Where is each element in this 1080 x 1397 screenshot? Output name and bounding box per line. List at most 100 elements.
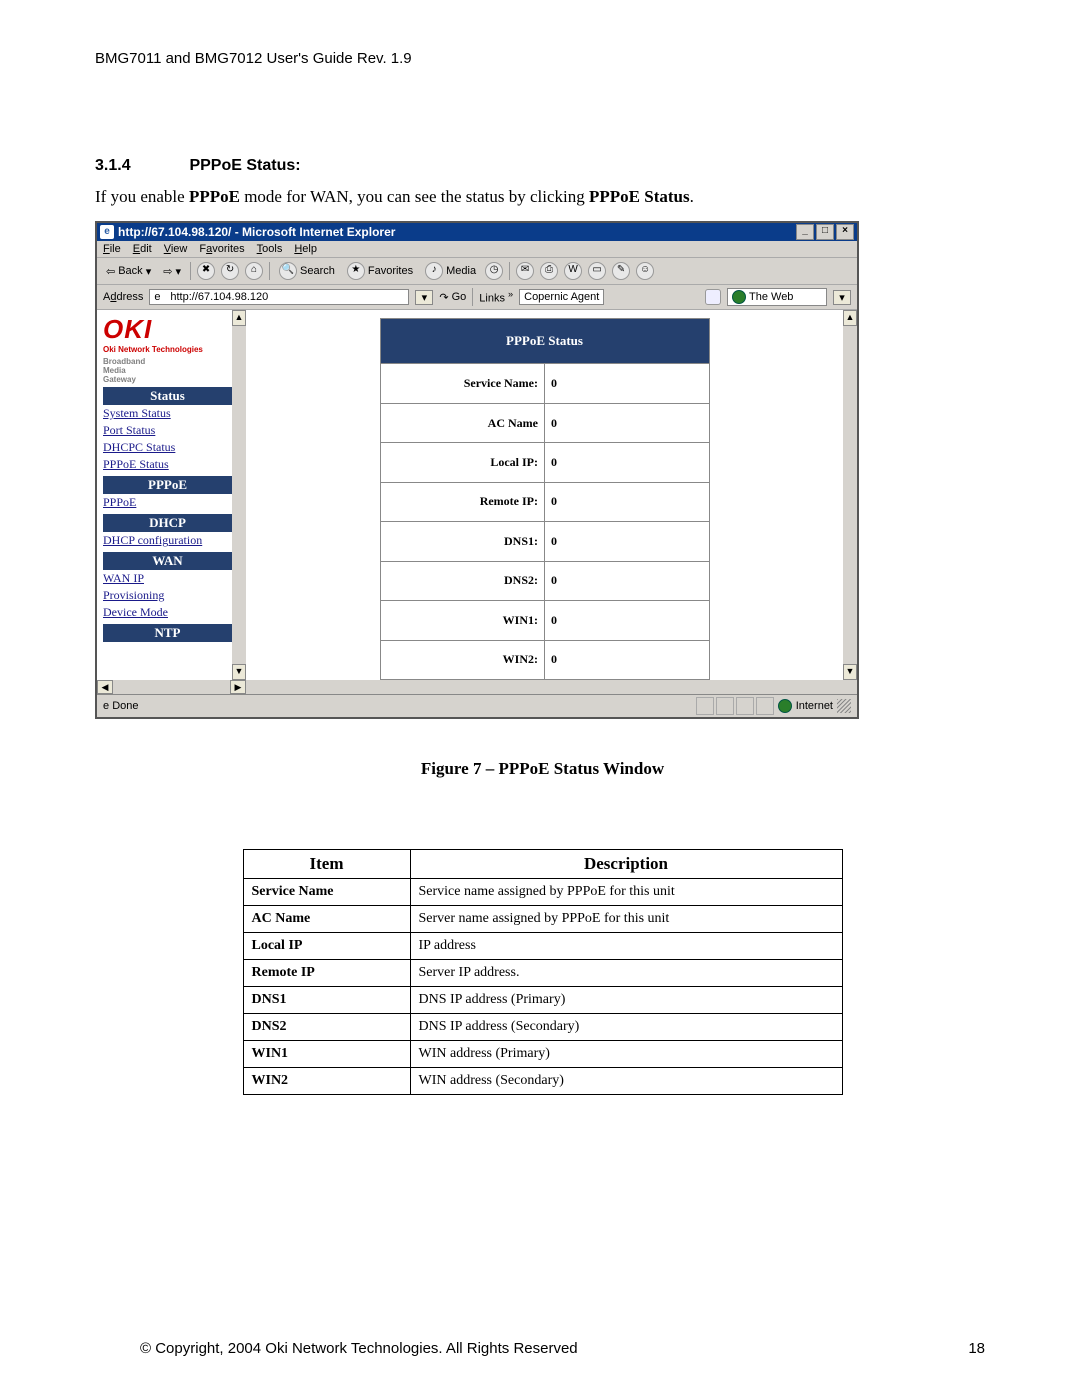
router-sidebar: OKI Oki Network Technologies Broadband M… bbox=[97, 310, 232, 680]
desc-text: Server IP address. bbox=[410, 960, 842, 987]
the-web-dropdown[interactable]: The Web bbox=[727, 288, 827, 306]
page-number: 18 bbox=[968, 1340, 985, 1357]
table-row: WIN2WIN address (Secondary) bbox=[243, 1068, 842, 1095]
nav-link[interactable]: DHCPC Status bbox=[103, 439, 232, 456]
nav-link[interactable]: Provisioning bbox=[103, 587, 232, 604]
the-web-arrow[interactable]: ▾ bbox=[833, 290, 851, 305]
content-area: PPPoE Status Service Name:0AC Name0Local… bbox=[246, 310, 843, 680]
globe-icon bbox=[732, 290, 746, 304]
back-button[interactable]: ⇦ Back ▾ bbox=[103, 264, 154, 279]
nav-head-pppoe: PPPoE bbox=[103, 476, 232, 494]
discuss-icon[interactable]: ▭ bbox=[588, 262, 606, 280]
media-button[interactable]: ♪Media bbox=[422, 261, 479, 281]
row-value: 0 bbox=[545, 561, 710, 600]
links-label[interactable]: Links » bbox=[479, 289, 513, 305]
go-button[interactable]: ↷Go bbox=[439, 291, 466, 304]
footer-copyright: © Copyright, 2004 Oki Network Technologi… bbox=[140, 1340, 578, 1357]
status-done: e Done bbox=[103, 700, 138, 712]
description-table: Item Description Service NameService nam… bbox=[243, 849, 843, 1095]
intro-line: If you enable PPPoE mode for WAN, you ca… bbox=[95, 187, 990, 207]
history-icon[interactable]: ◷ bbox=[485, 262, 503, 280]
section-number: 3.1.4 bbox=[95, 157, 185, 175]
table-row: AC NameServer name assigned by PPPoE for… bbox=[243, 906, 842, 933]
sidebar-scrollbar[interactable]: ▲ ▼ bbox=[232, 310, 246, 680]
stop-icon[interactable]: ✖ bbox=[197, 262, 215, 280]
table-row: Service Name:0 bbox=[380, 364, 709, 403]
doc-header: BMG7011 and BMG7012 User's Guide Rev. 1.… bbox=[95, 50, 990, 67]
row-value: 0 bbox=[545, 364, 710, 403]
content-scrollbar[interactable]: ▲ ▼ bbox=[843, 310, 857, 680]
home-icon[interactable]: ⌂ bbox=[245, 262, 263, 280]
messenger-icon[interactable]: ☺ bbox=[636, 262, 654, 280]
desc-item: Local IP bbox=[243, 933, 410, 960]
desc-item: AC Name bbox=[243, 906, 410, 933]
toolbar: ⇦ Back ▾ ⇨ ▾ ✖ ↻ ⌂ 🔍Search ★Favorites ♪M… bbox=[97, 258, 857, 285]
print-icon[interactable]: ⎙ bbox=[540, 262, 558, 280]
menu-tools[interactable]: Tools bbox=[257, 243, 283, 255]
copernic-agent[interactable]: Copernic Agent bbox=[519, 289, 604, 305]
nav-head-ntp: NTP bbox=[103, 624, 232, 642]
nav-link[interactable]: Port Status bbox=[103, 422, 232, 439]
nav-head-dhcp: DHCP bbox=[103, 514, 232, 532]
section-heading: 3.1.4 PPPoE Status: bbox=[95, 157, 990, 175]
menu-help[interactable]: Help bbox=[294, 243, 317, 255]
search-icon[interactable] bbox=[705, 289, 721, 305]
table-row: DNS2:0 bbox=[380, 561, 709, 600]
desc-text: DNS IP address (Primary) bbox=[410, 987, 842, 1014]
address-label: Address bbox=[103, 291, 143, 303]
row-label: AC Name bbox=[380, 403, 545, 442]
mail-icon[interactable]: ✉ bbox=[516, 262, 534, 280]
nav-link[interactable]: DHCP configuration bbox=[103, 532, 232, 549]
table-row: DNS2DNS IP address (Secondary) bbox=[243, 1014, 842, 1041]
refresh-icon[interactable]: ↻ bbox=[221, 262, 239, 280]
favorites-button[interactable]: ★Favorites bbox=[344, 261, 416, 281]
forward-button[interactable]: ⇨ ▾ bbox=[160, 264, 184, 279]
status-bar: e Done Internet bbox=[97, 694, 857, 717]
address-dropdown[interactable]: ▾ bbox=[415, 290, 433, 305]
desc-head-desc: Description bbox=[410, 850, 842, 879]
sidebar-hscroll[interactable]: ◀▶ bbox=[97, 680, 246, 694]
desc-text: WIN address (Secondary) bbox=[410, 1068, 842, 1095]
row-label: WIN1: bbox=[380, 601, 545, 640]
desc-text: Service name assigned by PPPoE for this … bbox=[410, 879, 842, 906]
nav-link[interactable]: PPPoE bbox=[103, 494, 232, 511]
zone-icon bbox=[778, 699, 792, 713]
row-label: DNS2: bbox=[380, 561, 545, 600]
menu-edit[interactable]: Edit bbox=[133, 243, 152, 255]
word-icon[interactable]: W bbox=[564, 262, 582, 280]
row-value: 0 bbox=[545, 403, 710, 442]
desc-head-item: Item bbox=[243, 850, 410, 879]
nav-head-status: Status bbox=[103, 387, 232, 405]
nav-link[interactable]: Device Mode bbox=[103, 604, 232, 621]
search-button[interactable]: 🔍Search bbox=[276, 261, 338, 281]
menu-bar: File Edit View Favorites Tools Help bbox=[97, 241, 857, 258]
window-title: http://67.104.98.120/ - Microsoft Intern… bbox=[118, 225, 395, 239]
nav-link[interactable]: System Status bbox=[103, 405, 232, 422]
row-value: 0 bbox=[545, 443, 710, 482]
table-row: WIN1:0 bbox=[380, 601, 709, 640]
research-icon[interactable]: ✎ bbox=[612, 262, 630, 280]
status-zone: Internet bbox=[796, 700, 833, 712]
nav-head-wan: WAN bbox=[103, 552, 232, 570]
oki-logo: OKI Oki Network Technologies bbox=[103, 314, 232, 354]
close-button[interactable]: × bbox=[836, 224, 854, 240]
logo-subtitle: Broadband Media Gateway bbox=[103, 358, 232, 384]
table-row: Local IP:0 bbox=[380, 443, 709, 482]
desc-text: Server name assigned by PPPoE for this u… bbox=[410, 906, 842, 933]
maximize-button[interactable]: □ bbox=[816, 224, 834, 240]
table-title: PPPoE Status bbox=[380, 319, 709, 364]
menu-view[interactable]: View bbox=[164, 243, 188, 255]
minimize-button[interactable]: _ bbox=[796, 224, 814, 240]
menu-file[interactable]: File bbox=[103, 243, 121, 255]
table-row: WIN2:0 bbox=[380, 640, 709, 679]
address-input[interactable]: e http://67.104.98.120 bbox=[149, 289, 409, 305]
nav-link[interactable]: WAN IP bbox=[103, 570, 232, 587]
row-value: 0 bbox=[545, 522, 710, 561]
pppoe-status-table: PPPoE Status Service Name:0AC Name0Local… bbox=[380, 318, 710, 680]
nav-link[interactable]: PPPoE Status bbox=[103, 456, 232, 473]
table-row: DNS1:0 bbox=[380, 522, 709, 561]
row-label: WIN2: bbox=[380, 640, 545, 679]
resize-grip[interactable] bbox=[837, 699, 851, 713]
menu-favorites[interactable]: Favorites bbox=[199, 243, 244, 255]
row-label: Service Name: bbox=[380, 364, 545, 403]
